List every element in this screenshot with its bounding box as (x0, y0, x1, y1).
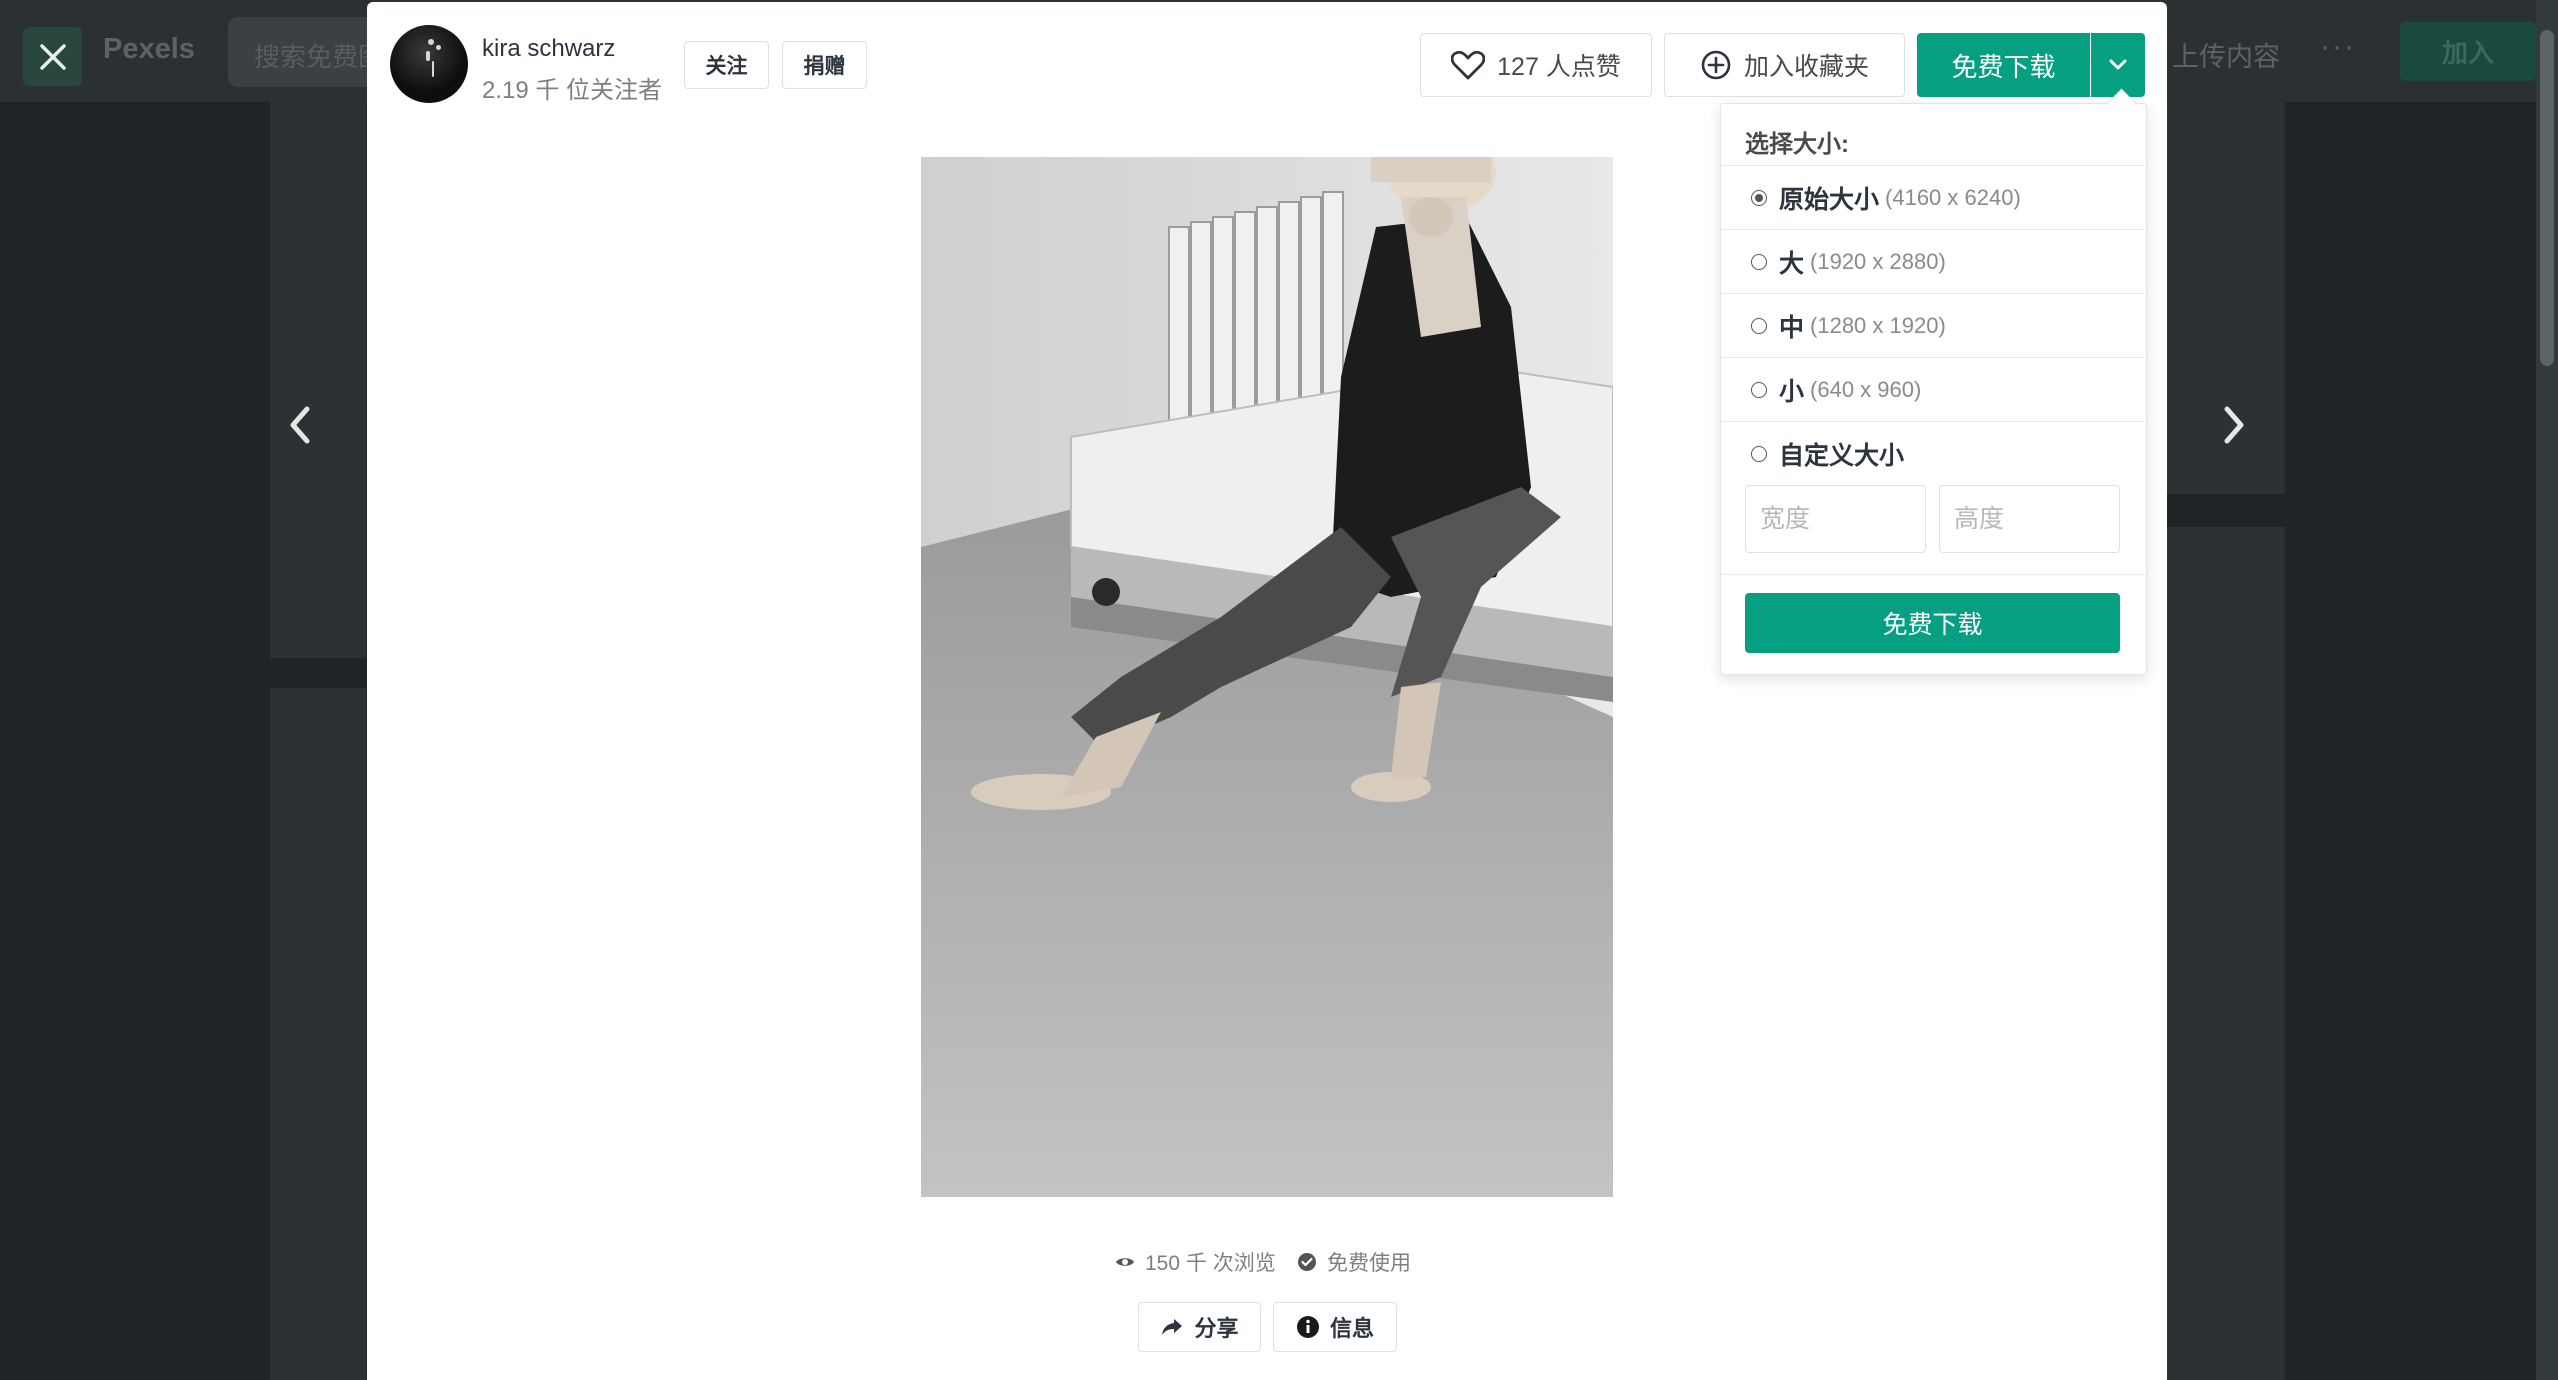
size-option-large[interactable]: 大 (1920 x 2880) (1721, 229, 2146, 293)
dropdown-divider (1721, 574, 2146, 575)
license-label[interactable]: 免费使用 (1327, 1247, 1411, 1277)
free-download-button[interactable]: 免费下载 (1917, 33, 2090, 97)
info-button[interactable]: 信息 (1273, 1302, 1397, 1352)
collection-label: 加入收藏夹 (1743, 53, 1869, 81)
check-circle-icon (1298, 1253, 1316, 1271)
dropdown-download-button[interactable]: 免费下载 (1745, 593, 2120, 653)
like-count-label: 127 人点赞 (1497, 53, 1621, 81)
eye-icon (1116, 1258, 1134, 1266)
background-image-right-2 (2167, 527, 2285, 1380)
close-icon (39, 43, 66, 70)
download-size-dropdown: 选择大小: 原始大小 (4160 x 6240) 大 (1920 x 2880)… (1720, 103, 2147, 675)
background-more-icon: ··· (2320, 30, 2356, 63)
background-join-button: 加入 (2400, 22, 2536, 81)
chevron-left-icon (290, 406, 310, 444)
plus-circle-icon (1701, 50, 1731, 80)
background-upload-link: 上传内容 (2172, 42, 2280, 72)
chevron-right-icon (2224, 406, 2244, 444)
previous-photo-button[interactable] (279, 395, 319, 455)
next-photo-button[interactable] (2215, 395, 2255, 455)
size-option-original[interactable]: 原始大小 (4160 x 6240) (1721, 165, 2146, 229)
views-stat: 150 千 次浏览 (1115, 1247, 1276, 1277)
page-scrollbar[interactable] (2536, 0, 2558, 1380)
background-image-left-1 (270, 102, 366, 658)
radio[interactable] (1751, 253, 1767, 270)
share-label: 分享 (1194, 1316, 1239, 1341)
pexels-logo: Pexels (103, 33, 195, 65)
main-photo[interactable] (921, 157, 1613, 1197)
dropdown-title: 选择大小: (1745, 131, 1849, 158)
custom-height-input[interactable] (1939, 485, 2120, 553)
scrollbar-thumb[interactable] (2540, 30, 2554, 366)
info-icon (1296, 1316, 1319, 1338)
add-to-collection-button[interactable]: 加入收藏夹 (1664, 33, 1905, 97)
radio[interactable] (1751, 381, 1767, 398)
background-search: 搜索免费图 (228, 17, 388, 87)
chevron-down-icon (2109, 59, 2127, 70)
license-stat: 免费使用 (1297, 1247, 1411, 1277)
like-button[interactable]: 127 人点赞 (1420, 33, 1652, 97)
donate-button[interactable]: 捐赠 (782, 41, 867, 89)
info-label: 信息 (1329, 1316, 1374, 1341)
background-image-left-2 (270, 688, 366, 1380)
size-option-custom[interactable]: 自定义大小 (1721, 421, 2146, 485)
radio[interactable] (1751, 445, 1767, 462)
heart-icon (1451, 50, 1486, 80)
share-arrow-icon (1162, 1319, 1183, 1335)
author-followers: 2.19 千 位关注者 (482, 77, 663, 104)
size-option-medium[interactable]: 中 (1280 x 1920) (1721, 293, 2146, 357)
follow-button[interactable]: 关注 (684, 41, 769, 89)
radio-selected[interactable] (1751, 189, 1767, 206)
author-name[interactable]: kira schwarz (482, 35, 615, 63)
photo-modal: kira schwarz 2.19 千 位关注者 关注 捐赠 127 人点赞 加… (367, 2, 2167, 1380)
close-button[interactable] (23, 27, 82, 86)
custom-width-input[interactable] (1745, 485, 1926, 553)
size-option-small[interactable]: 小 (640 x 960) (1721, 357, 2146, 421)
download-size-toggle[interactable] (2091, 33, 2145, 97)
share-button[interactable]: 分享 (1138, 1302, 1261, 1352)
views-count: 150 千 次浏览 (1145, 1252, 1276, 1275)
radio[interactable] (1751, 317, 1767, 334)
avatar[interactable] (390, 25, 468, 103)
